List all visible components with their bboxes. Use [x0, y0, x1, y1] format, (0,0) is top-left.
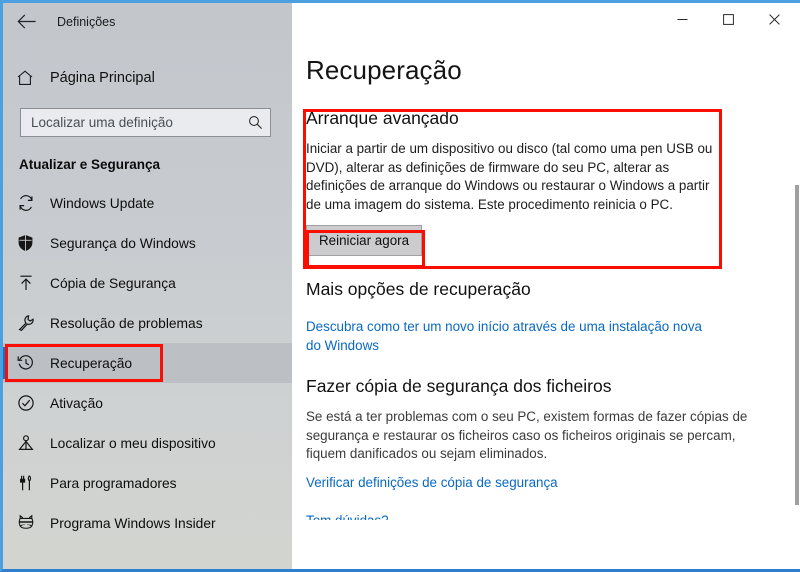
section-more-recovery-options: Mais opções de recuperação Descubra como… — [306, 279, 797, 355]
sidebar: Página Principal Atualizar e Segurança — [3, 40, 292, 569]
refresh-icon — [17, 194, 50, 212]
shield-icon — [17, 234, 50, 252]
sidebar-item-home[interactable]: Página Principal — [3, 58, 292, 98]
section-backup-files: Fazer cópia de segurança dos ficheiros S… — [306, 376, 797, 492]
questions-heading-cutoff: Tem dúvidas? — [306, 512, 797, 520]
sidebar-item-label: Recuperação — [50, 355, 133, 371]
backup-files-body: Se está a ter problemas com o seu PC, ex… — [306, 409, 748, 461]
check-backup-settings-link[interactable]: Verificar definições de cópia de seguran… — [306, 474, 558, 493]
sidebar-item-for-developers[interactable]: Para programadores — [3, 463, 292, 503]
content-scrollbar-track[interactable] — [794, 40, 800, 569]
minimize-button[interactable] — [659, 3, 705, 35]
window-controls — [292, 3, 797, 40]
content-pane: Recuperação Arranque avançado Iniciar a … — [292, 40, 797, 569]
search-input[interactable] — [31, 115, 248, 130]
settings-window: Definições Página Principal Localizar um… — [0, 0, 800, 572]
more-options-heading: Mais opções de recuperação — [306, 279, 531, 299]
search-icon[interactable] — [248, 115, 263, 130]
sidebar-item-label: Localizar o meu dispositivo — [50, 435, 216, 451]
close-button[interactable] — [751, 3, 797, 35]
content-inner: Recuperação Arranque avançado Iniciar a … — [292, 55, 797, 520]
sidebar-item-label: Resolução de problemas — [50, 315, 203, 331]
sidebar-section-heading: Atualizar e Segurança — [19, 157, 161, 172]
sidebar-item-recovery[interactable]: Recuperação — [3, 343, 292, 383]
advanced-startup-heading: Arranque avançado — [306, 108, 459, 128]
search-box[interactable] — [20, 108, 271, 137]
home-icon — [16, 69, 50, 87]
find-device-icon — [17, 434, 50, 452]
sidebar-item-label: Ativação — [50, 395, 103, 411]
sidebar-item-label: Cópia de Segurança — [50, 275, 176, 291]
sidebar-item-windows-update[interactable]: Windows Update — [3, 183, 292, 223]
page-title: Recuperação — [306, 55, 462, 85]
upload-arrow-icon — [17, 274, 50, 292]
sidebar-item-label: Windows Update — [50, 195, 155, 211]
clock-history-icon — [17, 354, 50, 372]
backup-files-heading: Fazer cópia de segurança dos ficheiros — [306, 376, 612, 396]
fresh-start-link[interactable]: Descubra como ter um novo início através… — [306, 318, 706, 355]
advanced-startup-body: Iniciar a partir de um dispositivo ou di… — [306, 141, 713, 212]
restart-now-button[interactable]: Reiniciar agora — [306, 225, 423, 256]
sidebar-nav: Windows Update Segurança do Windows Cópi… — [3, 183, 292, 543]
ninjacat-icon — [17, 514, 50, 532]
check-circle-icon — [17, 394, 50, 412]
sidebar-item-activation[interactable]: Ativação — [3, 383, 292, 423]
sidebar-item-windows-insider[interactable]: Programa Windows Insider — [3, 503, 292, 543]
title-bar: Definições — [3, 3, 797, 40]
title-bar-left: Definições — [3, 3, 292, 40]
sidebar-item-troubleshoot[interactable]: Resolução de problemas — [3, 303, 292, 343]
wrench-icon — [17, 314, 50, 332]
sidebar-item-label: Programa Windows Insider — [50, 515, 216, 531]
sidebar-item-backup[interactable]: Cópia de Segurança — [3, 263, 292, 303]
sidebar-item-label: Para programadores — [50, 475, 177, 491]
sidebar-item-home-label: Página Principal — [50, 70, 155, 86]
sidebar-item-windows-security[interactable]: Segurança do Windows — [3, 223, 292, 263]
app-title: Definições — [57, 14, 116, 29]
tools-icon — [17, 474, 50, 492]
sidebar-item-label: Segurança do Windows — [50, 235, 196, 251]
sidebar-item-find-my-device[interactable]: Localizar o meu dispositivo — [3, 423, 292, 463]
section-advanced-startup: Arranque avançado Iniciar a partir de um… — [306, 108, 797, 256]
back-arrow-icon[interactable] — [3, 3, 49, 40]
maximize-button[interactable] — [705, 3, 751, 35]
content-scrollbar-thumb[interactable] — [795, 185, 799, 505]
